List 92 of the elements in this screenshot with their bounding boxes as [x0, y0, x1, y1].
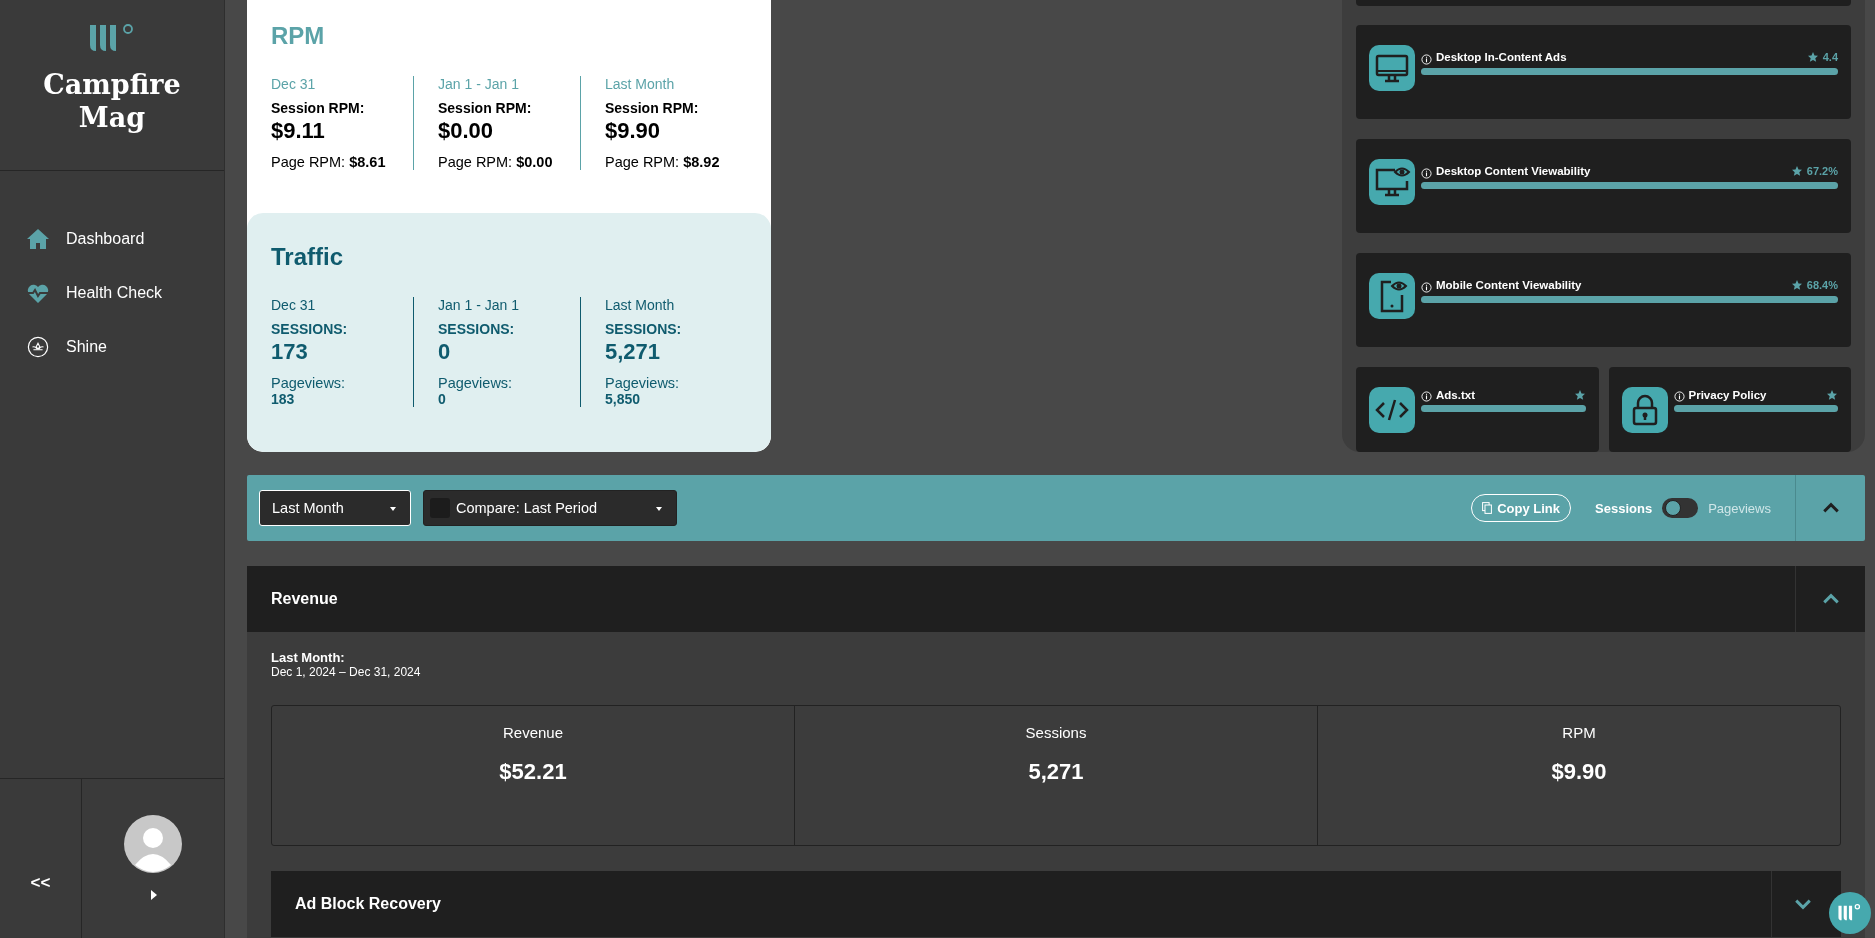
metric-value: 0: [438, 339, 452, 365]
section-title: Ad Block Recovery: [295, 895, 441, 913]
section-header[interactable]: Ad Block Recovery: [271, 871, 1841, 937]
metric-value: $9.90: [605, 118, 662, 144]
metric-value: $9.11: [271, 118, 326, 144]
pageviews-value: 0: [438, 391, 447, 407]
check-label: Ads.txt: [1436, 388, 1476, 401]
stat-value: 5,271: [1027, 759, 1085, 785]
compare-dropdown[interactable]: Compare: Last Period: [423, 490, 677, 526]
monitor-eye-icon: [1369, 159, 1415, 205]
metric-label: Session RPM:: [605, 100, 700, 116]
period-label: Dec 31: [271, 297, 317, 313]
info-icon[interactable]: [1673, 391, 1685, 402]
period-label: Jan 1 - Jan 1: [438, 297, 520, 313]
metric-label: SESSIONS:: [271, 321, 349, 337]
collapse-button[interactable]: <<: [0, 779, 82, 938]
phone-eye-icon: [1369, 273, 1415, 319]
stat-value: $52.21: [498, 759, 568, 785]
period-label: Last Month: [605, 297, 676, 313]
pageviews-label: Pageviews:: [605, 375, 681, 391]
code-icon: [1369, 387, 1415, 433]
health-check-card[interactable]: Desktop In-Content Ads 4.4: [1356, 25, 1851, 119]
check-label: Desktop Content Viewability: [1436, 165, 1592, 177]
logo-icon: [88, 22, 136, 54]
info-icon[interactable]: [1421, 281, 1432, 293]
lock-icon: [1621, 387, 1668, 433]
date-range: Dec 1, 2024 – Dec 31, 2024: [271, 665, 422, 679]
metric-label: Session RPM:: [438, 100, 533, 116]
health-check-card[interactable]: Desktop Content Viewability 67.2%: [1356, 139, 1851, 233]
star-icon: [1826, 388, 1838, 401]
home-icon: [26, 228, 50, 250]
metric-switch[interactable]: [1662, 498, 1699, 518]
metric-value: 5,271: [605, 339, 662, 365]
stat-label: Revenue: [501, 724, 564, 741]
pageviews-value: 5,850: [605, 391, 642, 407]
health-check-card[interactable]: Ads.txt: [1356, 367, 1599, 452]
card-title: Traffic: [271, 243, 345, 271]
info-icon[interactable]: [1421, 167, 1432, 179]
section-title: Revenue: [271, 590, 338, 608]
section-header[interactable]: Revenue: [247, 566, 1865, 632]
stat-label: RPM: [1561, 724, 1597, 741]
caret-icon: [656, 507, 662, 511]
monitor-icon: [1369, 45, 1415, 91]
period-label: Jan 1 - Jan 1: [438, 76, 520, 92]
star-icon: [1806, 51, 1819, 63]
help-logo-button[interactable]: [1829, 892, 1871, 934]
nav-item[interactable]: Shine: [26, 333, 107, 361]
pageviews-label: Pageviews:: [271, 375, 347, 391]
toggle-label: Sessions: [1595, 500, 1653, 516]
star-icon: [1573, 388, 1586, 401]
page-rpm-text: Page RPM: $8.92: [605, 154, 721, 170]
check-score: 4.4: [1822, 51, 1838, 63]
caret-icon: [390, 507, 396, 511]
page-rpm-text: Page RPM: $0.00: [438, 154, 554, 170]
health-check-card[interactable]: Mobile Content Viewability 68.4%: [1356, 253, 1851, 347]
info-icon[interactable]: [1421, 53, 1432, 65]
range-label: Last Month:: [271, 650, 346, 665]
check-score: 68.4%: [1806, 279, 1838, 291]
star-icon: [1790, 165, 1803, 177]
lotus-icon: [26, 336, 50, 358]
caret-icon[interactable]: [150, 889, 158, 901]
period-label: Dec 31: [271, 76, 317, 92]
toggle-label: Pageviews: [1708, 500, 1771, 516]
metric-label: Session RPM:: [271, 100, 366, 116]
page-rpm-text: Page RPM: $8.61: [271, 154, 387, 170]
pageviews-label: Pageviews:: [438, 375, 514, 391]
metric-value: $0.00: [438, 118, 495, 144]
chevron-icon[interactable]: [1794, 898, 1812, 910]
pageviews-value: 183: [271, 391, 296, 407]
star-icon: [1790, 279, 1803, 291]
nav-item[interactable]: Health Check: [26, 279, 163, 307]
info-icon[interactable]: [1421, 391, 1432, 402]
stat-value: $9.90: [1550, 759, 1608, 785]
stat-label: Sessions: [1024, 724, 1088, 741]
copy-icon: [1482, 502, 1493, 514]
period-dropdown[interactable]: Last Month: [259, 490, 411, 526]
metric-label: SESSIONS:: [438, 321, 516, 337]
chevron-icon[interactable]: [1821, 502, 1840, 514]
metric-value: 173: [271, 339, 309, 365]
chevron-icon[interactable]: [1821, 593, 1840, 605]
check-score: 67.2%: [1806, 165, 1838, 177]
avatar-icon[interactable]: [124, 815, 182, 873]
metric-label: SESSIONS:: [605, 321, 683, 337]
heartbeat-icon: [26, 282, 50, 304]
check-label: Desktop In-Content Ads: [1436, 51, 1568, 63]
card-title: RPM: [271, 22, 326, 50]
check-label: Mobile Content Viewability: [1436, 279, 1583, 291]
health-check-card[interactable]: Privacy Policy: [1608, 367, 1851, 452]
nav-item[interactable]: Dashboard: [26, 225, 145, 253]
check-label: Privacy Policy: [1688, 388, 1768, 401]
period-label: Last Month: [605, 76, 676, 92]
brand-name: Campfire Mag: [43, 68, 181, 134]
